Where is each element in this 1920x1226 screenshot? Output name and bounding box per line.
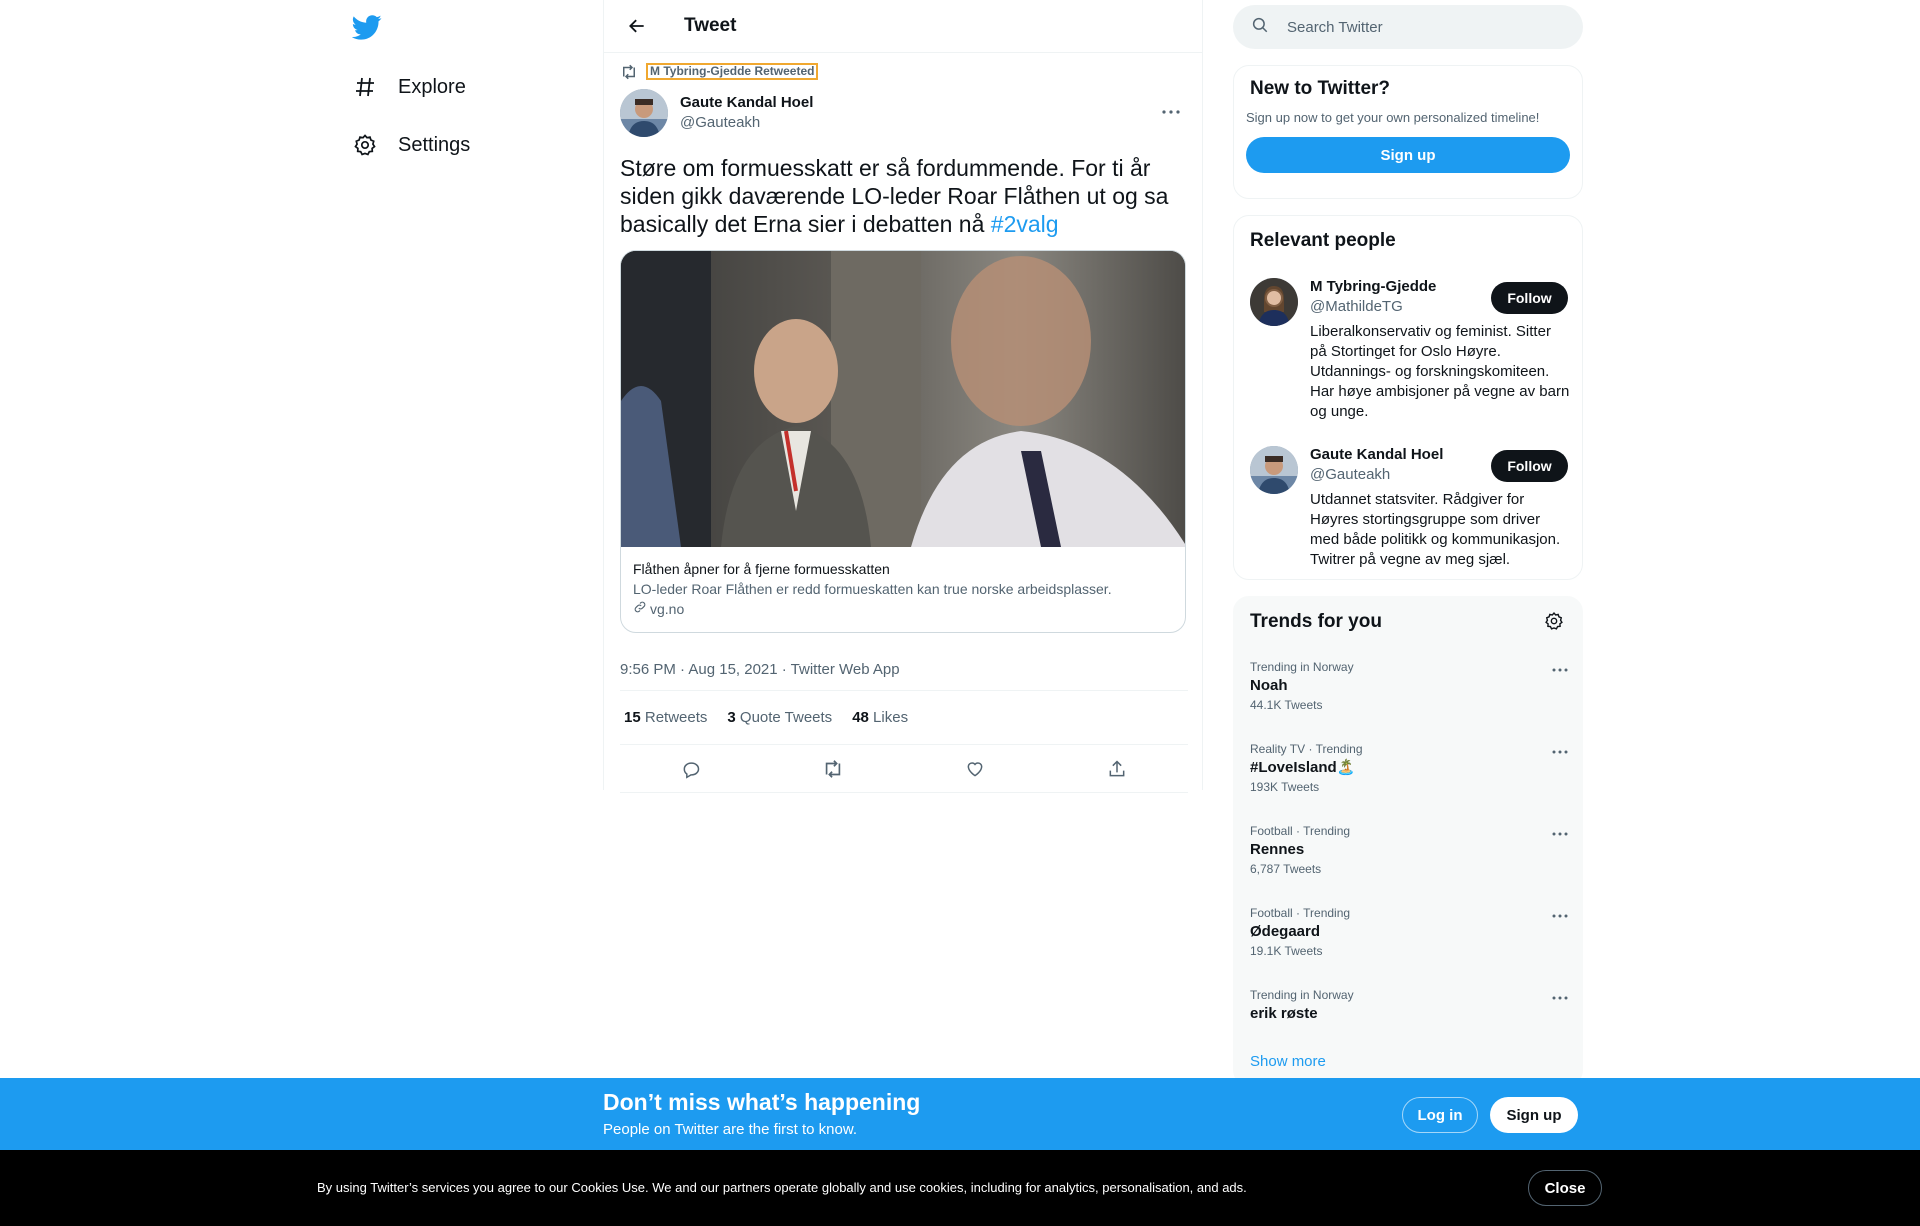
person-bio: Liberalkonservativ og feminist. Sitter p…: [1310, 323, 1570, 420]
tweet-text-main: Støre om formuesskatt er så fordummende.…: [620, 155, 1169, 237]
nav-settings[interactable]: Settings: [352, 130, 470, 160]
close-button[interactable]: Close: [1528, 1170, 1602, 1206]
more-options-icon[interactable]: [1154, 95, 1188, 129]
trend-item[interactable]: Reality TV · Trending #LoveIsland🏝️ 193K…: [1250, 741, 1568, 795]
tweet-stats: 15 Retweets 3 Quote Tweets 48 Likes: [620, 691, 1188, 745]
more-options-icon[interactable]: [1552, 659, 1568, 677]
trend-name: Ødegaard: [1250, 923, 1321, 940]
show-more-link[interactable]: Show more: [1250, 1053, 1326, 1070]
signup-banner-title: Don’t miss what’s happening: [603, 1089, 921, 1115]
trend-count: 193K Tweets: [1250, 780, 1320, 794]
nav-settings-label: Settings: [398, 133, 471, 156]
twitter-bird-icon[interactable]: [351, 12, 382, 42]
person-handle[interactable]: @MathildeTG: [1310, 298, 1403, 315]
more-options-icon[interactable]: [1552, 823, 1568, 841]
trend-item[interactable]: Trending in Norway erik røste: [1250, 987, 1568, 1025]
main-header: Tweet: [604, 0, 1202, 53]
trend-context: Football · Trending: [1250, 824, 1351, 838]
new-to-twitter-subtitle: Sign up now to get your own personalized…: [1246, 110, 1540, 125]
log-in-button[interactable]: Log in: [1402, 1097, 1478, 1133]
trend-context: Reality TV · Trending: [1250, 742, 1363, 756]
signup-banner: Don’t miss what’s happening People on Tw…: [0, 1078, 1920, 1150]
author-handle[interactable]: @Gauteakh: [680, 113, 813, 133]
trend-count: 19.1K Tweets: [1250, 944, 1323, 958]
nav-explore[interactable]: Explore: [352, 72, 466, 102]
reply-icon[interactable]: [674, 752, 708, 786]
cookie-banner: By using Twitter’s services you agree to…: [0, 1150, 1920, 1226]
person-name[interactable]: M Tybring-Gjedde: [1310, 278, 1436, 295]
search-bar[interactable]: [1233, 5, 1583, 49]
search-input[interactable]: [1287, 18, 1547, 36]
trend-item[interactable]: Trending in Norway Noah 44.1K Tweets: [1250, 659, 1568, 713]
retweets-stat[interactable]: 15 Retweets: [624, 709, 707, 726]
gear-icon: [352, 132, 378, 158]
person-handle[interactable]: @Gauteakh: [1310, 466, 1390, 483]
more-options-icon[interactable]: [1552, 741, 1568, 759]
trend-item[interactable]: Football · Trending Ødegaard 19.1K Tweet…: [1250, 905, 1568, 959]
more-options-icon[interactable]: [1552, 987, 1568, 1005]
hashtag-link[interactable]: #2valg: [991, 211, 1059, 237]
avatar[interactable]: [620, 89, 668, 137]
trend-item[interactable]: Football · Trending Rennes 6,787 Tweets: [1250, 823, 1568, 877]
hashtag-icon: [352, 74, 378, 100]
tweet-actions: [620, 745, 1188, 793]
tweet-text: Støre om formuesskatt er så fordummende.…: [620, 154, 1188, 238]
card-domain-text: vg.no: [650, 601, 685, 617]
quote-tweets-stat[interactable]: 3 Quote Tweets: [727, 709, 832, 726]
follow-button[interactable]: Follow: [1491, 450, 1568, 482]
person-name[interactable]: Gaute Kandal Hoel: [1310, 446, 1443, 463]
trend-name: erik røste: [1250, 1005, 1318, 1022]
trend-context: Trending in Norway: [1250, 660, 1354, 674]
retweeted-by-link[interactable]: M Tybring-Gjedde Retweeted: [646, 63, 819, 80]
author-name[interactable]: Gaute Kandal Hoel: [680, 93, 813, 113]
card-description: LO-leder Roar Flåthen er redd formueskat…: [633, 581, 1112, 597]
trend-name: #LoveIsland🏝️: [1250, 759, 1356, 776]
new-to-twitter-title: New to Twitter?: [1250, 78, 1391, 99]
page-title: Tweet: [684, 15, 737, 36]
back-arrow-icon[interactable]: [620, 9, 654, 43]
trend-name: Rennes: [1250, 841, 1305, 858]
trends-panel: Trends for you Trending in Norway Noah 4…: [1233, 596, 1583, 1086]
card-domain: vg.no: [633, 599, 1173, 619]
link-card[interactable]: Flåthen åpner for å fjerne formuesskatte…: [620, 250, 1186, 633]
cookie-text: By using Twitter’s services you agree to…: [317, 1180, 1247, 1195]
sign-up-button[interactable]: Sign up: [1490, 1097, 1578, 1133]
more-options-icon[interactable]: [1552, 905, 1568, 923]
avatar[interactable]: [1250, 446, 1298, 494]
trend-count: 44.1K Tweets: [1250, 698, 1323, 712]
share-icon[interactable]: [1100, 752, 1134, 786]
retweet-icon: [620, 64, 640, 80]
like-heart-icon[interactable]: [958, 752, 992, 786]
sign-up-button[interactable]: Sign up: [1246, 137, 1570, 173]
follow-button[interactable]: Follow: [1491, 282, 1568, 314]
likes-stat[interactable]: 48 Likes: [852, 709, 908, 726]
tweet-timestamp[interactable]: 9:56 PM · Aug 15, 2021 · Twitter Web App: [620, 661, 900, 678]
person-bio: Utdannet statsviter. Rådgiver for Høyres…: [1310, 491, 1561, 568]
trends-title: Trends for you: [1250, 611, 1382, 632]
retweet-icon[interactable]: [816, 752, 850, 786]
tweet-meta: 9:56 PM · Aug 15, 2021 · Twitter Web App: [620, 649, 1188, 691]
link-icon: [633, 599, 647, 619]
retweet-context: M Tybring-Gjedde Retweeted: [620, 63, 819, 80]
nav-explore-label: Explore: [398, 75, 466, 98]
trend-context: Trending in Norway: [1250, 988, 1354, 1002]
relevant-people-panel: Relevant people M Tybring-Gjedde @Mathil…: [1233, 215, 1583, 580]
trend-count: 6,787 Tweets: [1250, 862, 1322, 876]
gear-icon[interactable]: [1544, 611, 1566, 633]
card-image: [621, 251, 1185, 547]
trend-context: Football · Trending: [1250, 906, 1351, 920]
search-icon: [1251, 16, 1269, 39]
trend-name: Noah: [1250, 677, 1288, 694]
tweet-author: Gaute Kandal Hoel @Gauteakh: [620, 89, 1188, 137]
signup-banner-subtitle: People on Twitter are the first to know.: [603, 1121, 858, 1138]
relevant-people-title: Relevant people: [1250, 230, 1396, 251]
card-title: Flåthen åpner for å fjerne formuesskatte…: [633, 561, 890, 577]
new-to-twitter-panel: New to Twitter? Sign up now to get your …: [1233, 65, 1583, 199]
avatar[interactable]: [1250, 278, 1298, 326]
main-column: Tweet M Tybring-Gjedde Retweeted Gaute K…: [603, 0, 1203, 793]
